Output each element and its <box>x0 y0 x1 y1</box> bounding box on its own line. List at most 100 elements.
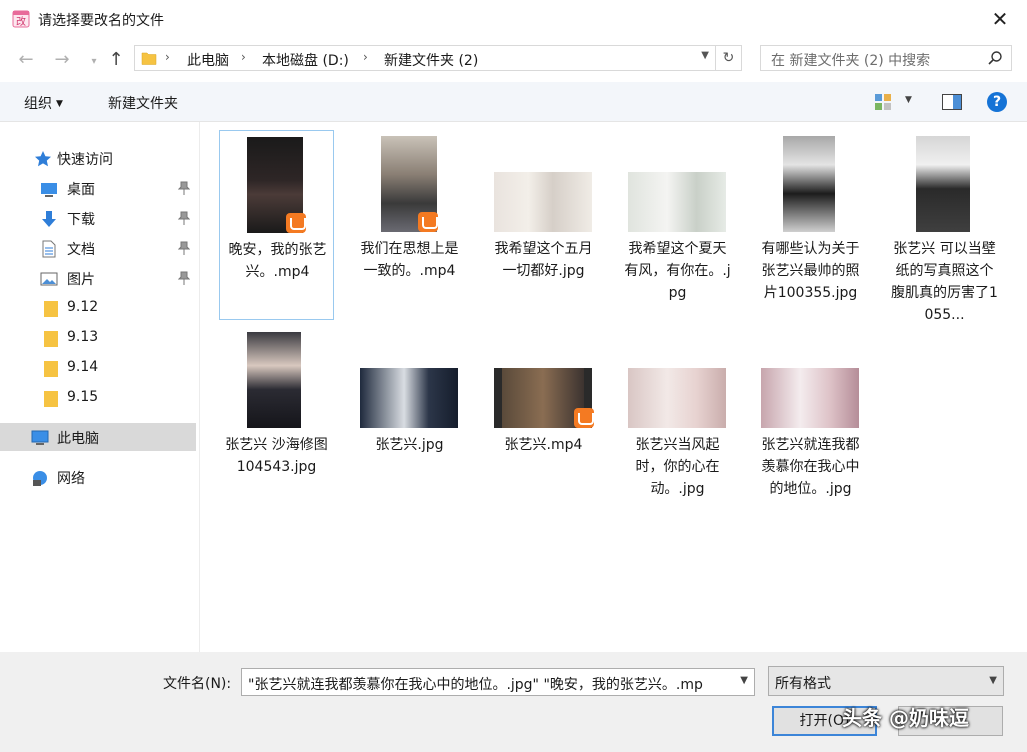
sidebar-item-label: 桌面 <box>67 182 95 198</box>
network-icon <box>33 471 47 486</box>
file-tile[interactable]: 张艺兴 可以当壁纸的写真照这个腹肌真的厉害了1055... <box>887 130 1002 323</box>
search-icon[interactable] <box>987 50 1003 66</box>
file-name: 张艺兴 沙海修图104543.jpg <box>225 437 328 475</box>
chevron-right-icon[interactable]: › <box>363 50 368 64</box>
new-folder-button[interactable]: 新建文件夹 <box>108 93 178 113</box>
video-app-badge-icon <box>418 212 438 232</box>
folder-icon <box>44 301 58 317</box>
video-app-badge-icon <box>286 213 306 233</box>
sidebar-item-network[interactable]: 网络 <box>0 463 196 491</box>
caret-down-icon: ▼ <box>56 99 63 109</box>
file-tile[interactable]: 我希望这个五月一切都好.jpg <box>486 130 601 320</box>
search-input[interactable]: 在 新建文件夹 (2) 中搜索 <box>760 45 1012 71</box>
file-name: 有哪些认为关于张艺兴最帅的照片100355.jpg <box>761 241 860 301</box>
star-icon <box>35 151 51 167</box>
breadcrumb-current-folder[interactable]: 新建文件夹 (2) <box>384 50 478 70</box>
sidebar-item-label: 9.15 <box>67 389 99 405</box>
sidebar-item-folder-913[interactable]: 9.13 <box>0 324 196 352</box>
folder-icon <box>141 52 157 65</box>
organize-label: 组织 <box>24 96 52 112</box>
sidebar-item-desktop[interactable]: 桌面 <box>0 174 196 202</box>
file-name: 张艺兴.jpg <box>375 437 444 453</box>
file-name: 我希望这个夏天有风，有你在。.jpg <box>624 241 731 301</box>
file-name-label: 文件名(N): <box>163 676 232 692</box>
close-button[interactable]: ✕ <box>987 6 1013 32</box>
chevron-down-icon[interactable]: ▼ <box>989 675 997 686</box>
recent-locations-chevron-icon[interactable]: ▾ <box>84 52 104 72</box>
command-bar: 组织 ▼ 新建文件夹 ▼ ? <box>0 82 1027 122</box>
file-tile[interactable]: 有哪些认为关于张艺兴最帅的照片100355.jpg <box>753 130 868 320</box>
breadcrumb-drive-d[interactable]: 本地磁盘 (D:) <box>262 50 349 70</box>
file-type-select[interactable]: 所有格式 ▼ <box>768 666 1004 696</box>
file-tile[interactable]: 晚安，我的张艺兴。.mp4 <box>219 130 334 320</box>
file-name: 张艺兴就连我都羡慕你在我心中的地位。.jpg <box>761 437 860 497</box>
search-placeholder: 在 新建文件夹 (2) 中搜索 <box>771 53 931 69</box>
chevron-down-icon[interactable]: ▼ <box>740 675 748 686</box>
picture-icon <box>40 272 58 286</box>
file-name-panel: 文件名(N): "张艺兴就连我都羡慕你在我心中的地位。.jpg" "晚安，我的张… <box>0 652 1027 752</box>
pin-icon[interactable] <box>178 271 190 285</box>
preview-pane-icon[interactable] <box>942 94 962 110</box>
svg-text:改: 改 <box>16 15 26 28</box>
pin-icon[interactable] <box>178 181 190 195</box>
image-thumbnail <box>360 368 458 428</box>
file-type-value: 所有格式 <box>775 676 831 692</box>
sidebar-item-label: 图片 <box>67 272 95 288</box>
address-dropdown-icon[interactable]: ▼ <box>701 50 709 61</box>
title-bar: 改 请选择要改名的文件 ✕ <box>0 0 1027 38</box>
view-options-icon[interactable] <box>874 93 892 111</box>
organize-menu[interactable]: 组织 ▼ <box>24 93 63 113</box>
sidebar-item-label: 9.13 <box>67 329 99 345</box>
sidebar-item-label: 快速访问 <box>57 152 113 168</box>
image-thumbnail <box>628 368 726 428</box>
file-tile[interactable]: 张艺兴.jpg <box>352 326 467 516</box>
document-icon <box>42 240 56 258</box>
folder-icon <box>44 361 58 377</box>
address-row: ← → ▾ ↑ › 此电脑 › 本地磁盘 (D:) › 新建文件夹 (2) ▼ … <box>0 38 1027 82</box>
pin-icon[interactable] <box>178 211 190 225</box>
sidebar-item-label: 9.14 <box>67 359 99 375</box>
window-title: 请选择要改名的文件 <box>38 13 164 29</box>
sidebar-item-quick-access[interactable]: 快速访问 <box>0 144 196 172</box>
sidebar-item-folder-912[interactable]: 9.12 <box>0 294 196 322</box>
pin-icon[interactable] <box>178 241 190 255</box>
file-tile[interactable]: 我希望这个夏天有风，有你在。.jpg <box>620 130 735 320</box>
sidebar-item-folder-914[interactable]: 9.14 <box>0 354 196 382</box>
file-name: 张艺兴.mp4 <box>504 437 583 453</box>
sidebar-item-label: 下载 <box>67 212 95 228</box>
sidebar-item-this-pc[interactable]: 此电脑 <box>0 423 196 451</box>
file-list: 晚安，我的张艺兴。.mp4 我们在思想上是一致的。.mp4 我希望这个五月一切都… <box>201 122 1027 652</box>
sidebar-item-documents[interactable]: 文档 <box>0 234 196 262</box>
chevron-right-icon[interactable]: › <box>241 50 246 64</box>
navigation-pane: 快速访问 桌面 下载 文档 图片 9.12 9.13 9.14 9.15 此电脑 <box>0 122 200 652</box>
sidebar-item-pictures[interactable]: 图片 <box>0 264 196 292</box>
forward-arrow-icon[interactable]: → <box>52 50 72 70</box>
image-thumbnail <box>916 136 970 232</box>
file-tile[interactable]: 我们在思想上是一致的。.mp4 <box>352 130 467 320</box>
image-thumbnail <box>628 172 726 232</box>
breadcrumb-this-pc[interactable]: 此电脑 <box>187 50 229 70</box>
refresh-icon[interactable]: ↻ <box>716 45 742 71</box>
folder-icon <box>44 391 58 407</box>
computer-icon <box>31 430 49 445</box>
file-tile[interactable]: 张艺兴就连我都羡慕你在我心中的地位。.jpg <box>753 326 868 516</box>
chevron-right-icon[interactable]: › <box>165 50 170 64</box>
desktop-icon <box>41 183 57 197</box>
file-name: 张艺兴当风起时，你的心在动。.jpg <box>635 437 720 497</box>
help-icon[interactable]: ? <box>987 92 1007 112</box>
sidebar-item-folder-915[interactable]: 9.15 <box>0 384 196 412</box>
file-tile[interactable]: 张艺兴.mp4 <box>486 326 601 516</box>
sidebar-item-downloads[interactable]: 下载 <box>0 204 196 232</box>
up-arrow-icon[interactable]: ↑ <box>106 50 126 70</box>
folder-icon <box>44 331 58 347</box>
download-icon <box>42 211 56 227</box>
file-name: 我希望这个五月一切都好.jpg <box>494 241 593 279</box>
view-dropdown-icon[interactable]: ▼ <box>905 95 912 105</box>
file-name-input[interactable]: "张艺兴就连我都羡慕你在我心中的地位。.jpg" "晚安，我的张艺兴。.mp ▼ <box>241 668 755 696</box>
file-tile[interactable]: 张艺兴当风起时，你的心在动。.jpg <box>620 326 735 516</box>
back-arrow-icon[interactable]: ← <box>16 50 36 70</box>
image-thumbnail <box>761 368 859 428</box>
image-thumbnail <box>783 136 835 232</box>
address-bar[interactable]: › 此电脑 › 本地磁盘 (D:) › 新建文件夹 (2) ▼ <box>134 45 716 71</box>
file-tile[interactable]: 张艺兴 沙海修图104543.jpg <box>219 326 334 516</box>
